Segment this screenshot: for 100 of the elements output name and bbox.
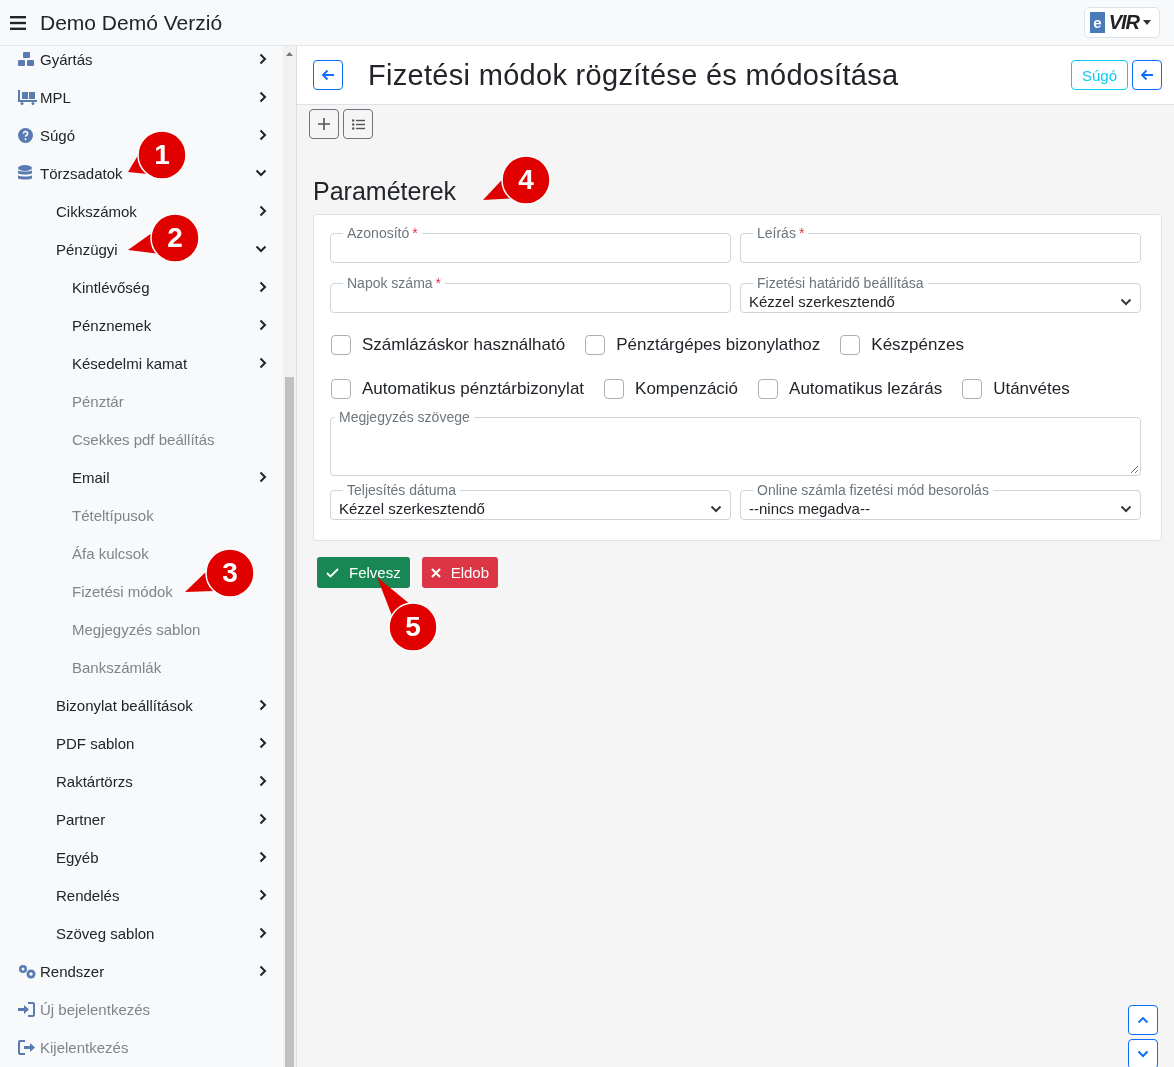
gears-icon: [18, 963, 37, 979]
checkbox-label: Automatikus lezárás: [789, 379, 943, 399]
checkbox[interactable]: [604, 379, 625, 399]
menu-item[interactable]: Késedelmi kamat: [72, 354, 188, 372]
field-label: Leírás: [757, 225, 796, 241]
field-label: Online számla fizetési mód besorolás: [757, 482, 989, 498]
chevron-right-icon[interactable]: [259, 813, 267, 825]
menu-link[interactable]: Pénztár: [72, 392, 124, 410]
menu-item[interactable]: Partner: [56, 810, 106, 828]
required-mark: *: [412, 225, 418, 241]
menu-item[interactable]: Pénznemek: [72, 316, 152, 334]
menu-link[interactable]: Bankszámlák: [72, 658, 162, 676]
field-label: Megjegyzés szövege: [338, 409, 471, 425]
select-field[interactable]: Fizetési határidő beállítása Kézzel szerkesztendő: [740, 275, 1141, 313]
checkbox[interactable]: [758, 379, 779, 399]
select-field[interactable]: Teljesítés dátuma Kézzel szerkesztendő: [330, 482, 731, 520]
back-button[interactable]: [1132, 60, 1162, 90]
checkbox[interactable]: [331, 335, 351, 355]
check-icon: [326, 567, 339, 578]
field-label: Azonosító: [347, 225, 410, 241]
menu-link[interactable]: Új bejelentkezés: [40, 1000, 151, 1018]
scroll-up-button[interactable]: [1128, 1005, 1158, 1035]
checkbox-label: Számlázáskor használható: [362, 335, 566, 355]
chevron-down-icon: [1137, 1050, 1149, 1058]
menu-item[interactable]: PDF sablon: [56, 734, 135, 752]
field-label: Fizetési határidő beállítása: [757, 275, 924, 291]
help-icon: [18, 127, 33, 143]
menu-link[interactable]: Tételtípusok: [72, 506, 154, 524]
text-field[interactable]: Napok száma *: [330, 275, 731, 313]
checkbox[interactable]: [840, 335, 861, 355]
menu-item[interactable]: Szöveg sablon: [56, 924, 155, 942]
add-button[interactable]: [309, 109, 339, 139]
add-button[interactable]: Felvesz: [317, 557, 410, 588]
chevron-right-icon[interactable]: [259, 927, 267, 939]
menu-item[interactable]: Pénzügyi: [56, 240, 118, 258]
text-field[interactable]: Azonosító *: [330, 225, 731, 263]
checkbox-label: Kompenzáció: [635, 379, 739, 399]
section-title: Paraméterek: [313, 177, 457, 206]
field-label: Napok száma: [347, 275, 433, 291]
menu-link[interactable]: Áfa kulcsok: [72, 544, 149, 562]
menu-item[interactable]: MPL: [40, 88, 71, 106]
chevron-down-icon: [1120, 504, 1132, 513]
chevron-right-icon[interactable]: [259, 471, 267, 483]
chevron-right-icon[interactable]: [259, 965, 267, 977]
chevron-up-icon: [1137, 1016, 1149, 1024]
scroll-down-button[interactable]: [1128, 1039, 1158, 1067]
chevron-right-icon[interactable]: [259, 53, 267, 65]
text-area[interactable]: Megjegyzés szövege: [330, 409, 1141, 476]
plus-icon: [318, 118, 330, 130]
menu-item[interactable]: Raktártörzs: [56, 772, 133, 790]
chevron-down-icon[interactable]: [255, 245, 267, 253]
logo-dropdown[interactable]: e VIR: [1084, 7, 1160, 38]
checkbox[interactable]: [331, 379, 351, 399]
checkbox[interactable]: [962, 379, 983, 399]
menu-item[interactable]: Rendelés: [56, 886, 120, 904]
resize-grip-icon[interactable]: [1131, 466, 1138, 473]
menu-link[interactable]: Csekkes pdf beállítás: [72, 430, 215, 448]
chevron-right-icon[interactable]: [259, 357, 267, 369]
menu-item[interactable]: Súgó: [40, 126, 76, 144]
menu-item[interactable]: Törzsadatok: [40, 164, 123, 182]
chevron-right-icon[interactable]: [259, 205, 267, 217]
field-label: Teljesítés dátuma: [347, 482, 456, 498]
scroll-up-arrow-icon[interactable]: [286, 52, 293, 56]
back-button[interactable]: [313, 60, 343, 90]
checkbox[interactable]: [585, 335, 606, 355]
required-mark: *: [798, 225, 805, 241]
chevron-down-icon: [710, 504, 722, 513]
scrollbar[interactable]: [283, 46, 297, 1067]
chevron-down-icon: [1120, 297, 1132, 306]
chevron-right-icon[interactable]: [259, 319, 267, 331]
menu-item[interactable]: Email: [72, 468, 110, 486]
select-field[interactable]: Online számla fizetési mód besorolás --nincs megadva--: [740, 482, 1141, 520]
chevron-down-icon[interactable]: [255, 169, 267, 177]
menu-item[interactable]: Egyéb: [56, 848, 99, 866]
checkbox-label: Pénztárgépes bizonylathoz: [616, 335, 821, 355]
discard-button[interactable]: Eldob: [421, 557, 499, 588]
chevron-right-icon[interactable]: [259, 699, 267, 711]
menu-link[interactable]: Megjegyzés sablon: [72, 620, 201, 638]
checkbox-label: Automatikus pénztárbizonylat: [362, 379, 585, 399]
menu-item[interactable]: Kintlévőség: [72, 278, 150, 296]
chevron-right-icon[interactable]: [259, 775, 267, 787]
database-icon: [18, 165, 32, 181]
menu-link[interactable]: Kijelentkezés: [40, 1038, 129, 1056]
text-field[interactable]: Leírás *: [740, 225, 1141, 263]
menu-item[interactable]: Gyártás: [40, 50, 93, 68]
list-button[interactable]: [343, 109, 373, 139]
checkbox-label: Utánvétes: [993, 379, 1070, 399]
menu-icon[interactable]: [10, 15, 26, 30]
menu-link[interactable]: Fizetési módok: [72, 582, 173, 600]
menu-item[interactable]: Rendszer: [40, 962, 105, 980]
close-icon: [430, 567, 441, 578]
menu-item[interactable]: Bizonylat beállítások: [56, 696, 193, 714]
arrow-left-icon: [1140, 69, 1154, 81]
chevron-right-icon[interactable]: [259, 851, 267, 863]
chevron-right-icon[interactable]: [259, 737, 267, 749]
chevron-right-icon[interactable]: [259, 91, 267, 103]
arrow-left-icon: [321, 69, 335, 81]
chevron-right-icon[interactable]: [259, 889, 267, 901]
chevron-right-icon[interactable]: [259, 281, 267, 293]
chevron-right-icon[interactable]: [259, 129, 267, 141]
